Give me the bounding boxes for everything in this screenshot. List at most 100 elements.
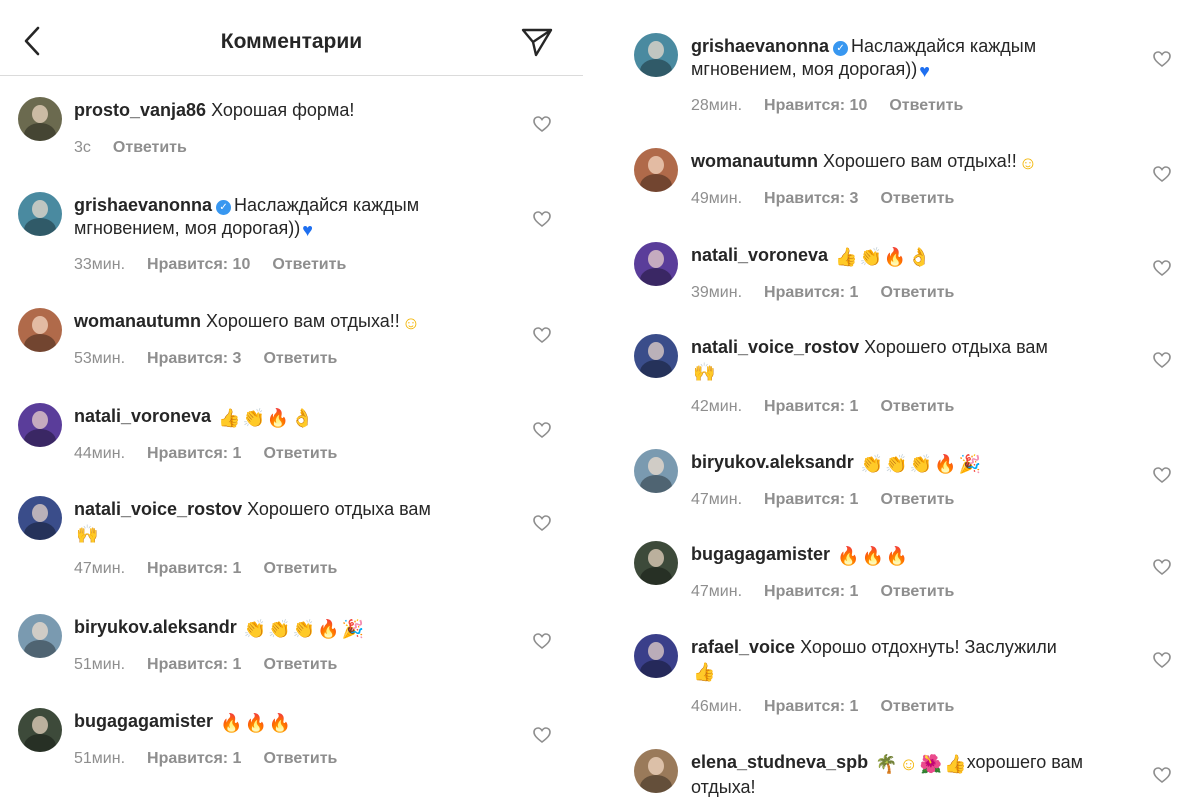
comment-username[interactable]: elena_studneva_spb: [691, 752, 868, 772]
reply-button[interactable]: Ответить: [263, 445, 337, 462]
avatar-body: [24, 123, 56, 141]
heart-like-icon[interactable]: [1152, 557, 1172, 577]
likes-count[interactable]: Нравится: 1: [147, 750, 241, 767]
comment-username[interactable]: grishaevanonna: [74, 195, 212, 215]
comments-header: Комментарии: [0, 0, 583, 76]
heart-like-icon[interactable]: [1152, 350, 1172, 370]
comment-username[interactable]: natali_voroneva: [691, 245, 828, 265]
avatar[interactable]: [634, 541, 678, 585]
reply-button[interactable]: Ответить: [880, 398, 954, 415]
emoji-icon: 🙌: [693, 362, 716, 382]
emoji-icon: ☺: [899, 754, 918, 774]
emoji-icon: 🎉: [958, 454, 981, 474]
likes-count[interactable]: Нравится: 1: [764, 284, 858, 301]
heart-like-icon[interactable]: [1152, 164, 1172, 184]
comment-meta: 42мин. Нравится: 1 Ответить: [691, 398, 976, 416]
avatar-face: [32, 316, 48, 334]
avatar[interactable]: [18, 708, 62, 752]
avatar[interactable]: [18, 308, 62, 352]
reply-button[interactable]: Ответить: [263, 560, 337, 577]
avatar-face: [32, 716, 48, 734]
avatar-face: [648, 342, 664, 360]
reply-button[interactable]: Ответить: [272, 256, 346, 273]
likes-count[interactable]: Нравится: 1: [147, 445, 241, 462]
comment-username[interactable]: bugagagamister: [691, 544, 830, 564]
heart-like-icon[interactable]: [532, 631, 552, 651]
reply-button[interactable]: Ответить: [113, 139, 187, 156]
avatar[interactable]: [18, 403, 62, 447]
comment-text: grishaevanonna ✓ Наслаждайся каждым мгнове…: [74, 194, 494, 242]
comment-username[interactable]: biryukov.aleksandr: [691, 452, 854, 472]
comment-meta: 51мин. Нравится: 1 Ответить: [74, 750, 359, 768]
comment-timestamp: 47мин.: [74, 560, 126, 577]
avatar-face: [32, 105, 48, 123]
likes-count[interactable]: Нравится: 1: [147, 656, 241, 673]
likes-count[interactable]: Нравится: 3: [147, 350, 241, 367]
likes-count[interactable]: Нравится: 1: [764, 698, 858, 715]
heart-like-icon[interactable]: [532, 420, 552, 440]
avatar[interactable]: [634, 33, 678, 77]
heart-like-icon[interactable]: [532, 325, 552, 345]
likes-count[interactable]: Нравится: 1: [764, 583, 858, 600]
heart-like-icon[interactable]: [1152, 465, 1172, 485]
comment-timestamp: 3с: [74, 139, 91, 156]
heart-like-icon[interactable]: [1152, 650, 1172, 670]
avatar[interactable]: [634, 449, 678, 493]
comment-meta: 47мин. Нравится: 1 Ответить: [691, 491, 976, 509]
likes-count[interactable]: Нравится: 10: [764, 97, 867, 114]
avatar-face: [648, 250, 664, 268]
comment-meta: 39мин. Нравится: 1 Ответить: [691, 284, 976, 302]
heart-like-icon[interactable]: [532, 513, 552, 533]
heart-like-icon[interactable]: [532, 209, 552, 229]
avatar-face: [32, 200, 48, 218]
reply-button[interactable]: Ответить: [880, 491, 954, 508]
heart-like-icon[interactable]: [1152, 258, 1172, 278]
comment-username[interactable]: natali_voice_rostov: [74, 499, 242, 519]
avatar[interactable]: [634, 148, 678, 192]
likes-count[interactable]: Нравится: 3: [764, 190, 858, 207]
comment-username[interactable]: bugagagamister: [74, 711, 213, 731]
comment-username[interactable]: natali_voice_rostov: [691, 337, 859, 357]
reply-button[interactable]: Ответить: [889, 97, 963, 114]
reply-button[interactable]: Ответить: [880, 190, 954, 207]
likes-count[interactable]: Нравится: 1: [764, 398, 858, 415]
heart-like-icon[interactable]: [1152, 49, 1172, 69]
heart-like-icon[interactable]: [532, 725, 552, 745]
avatar[interactable]: [18, 192, 62, 236]
avatar[interactable]: [634, 334, 678, 378]
avatar[interactable]: [634, 749, 678, 793]
comment-username[interactable]: womanautumn: [691, 151, 818, 171]
reply-button[interactable]: Ответить: [880, 698, 954, 715]
avatar-face: [32, 622, 48, 640]
avatar-body: [24, 734, 56, 752]
comment-text: bugagagamister 🔥 🔥 🔥: [74, 710, 494, 735]
likes-count[interactable]: Нравится: 10: [147, 256, 250, 273]
comment-username[interactable]: grishaevanonna: [691, 36, 829, 56]
heart-like-icon[interactable]: [1152, 765, 1172, 785]
avatar[interactable]: [18, 97, 62, 141]
avatar[interactable]: [18, 614, 62, 658]
comment-timestamp: 42мин.: [691, 398, 743, 415]
avatar-body: [640, 567, 672, 585]
comment-username[interactable]: natali_voroneva: [74, 406, 211, 426]
avatar[interactable]: [634, 242, 678, 286]
reply-button[interactable]: Ответить: [880, 583, 954, 600]
comment-meta: 33мин. Нравится: 10 Ответить: [74, 256, 368, 274]
emoji-icon: 🔥: [268, 713, 292, 733]
reply-button[interactable]: Ответить: [263, 350, 337, 367]
comment-username[interactable]: prosto_vanja86: [74, 100, 206, 120]
comment-username[interactable]: womanautumn: [74, 311, 201, 331]
reply-button[interactable]: Ответить: [263, 750, 337, 767]
avatar[interactable]: [634, 634, 678, 678]
reply-button[interactable]: Ответить: [263, 656, 337, 673]
comment-timestamp: 46мин.: [691, 698, 743, 715]
heart-like-icon[interactable]: [532, 114, 552, 134]
likes-count[interactable]: Нравится: 1: [764, 491, 858, 508]
send-icon[interactable]: [519, 24, 555, 60]
reply-button[interactable]: Ответить: [880, 284, 954, 301]
comment-username[interactable]: biryukov.aleksandr: [74, 617, 237, 637]
emoji-icon: 👍: [693, 662, 716, 682]
avatar[interactable]: [18, 496, 62, 540]
likes-count[interactable]: Нравится: 1: [147, 560, 241, 577]
comment-username[interactable]: rafael_voice: [691, 637, 795, 657]
